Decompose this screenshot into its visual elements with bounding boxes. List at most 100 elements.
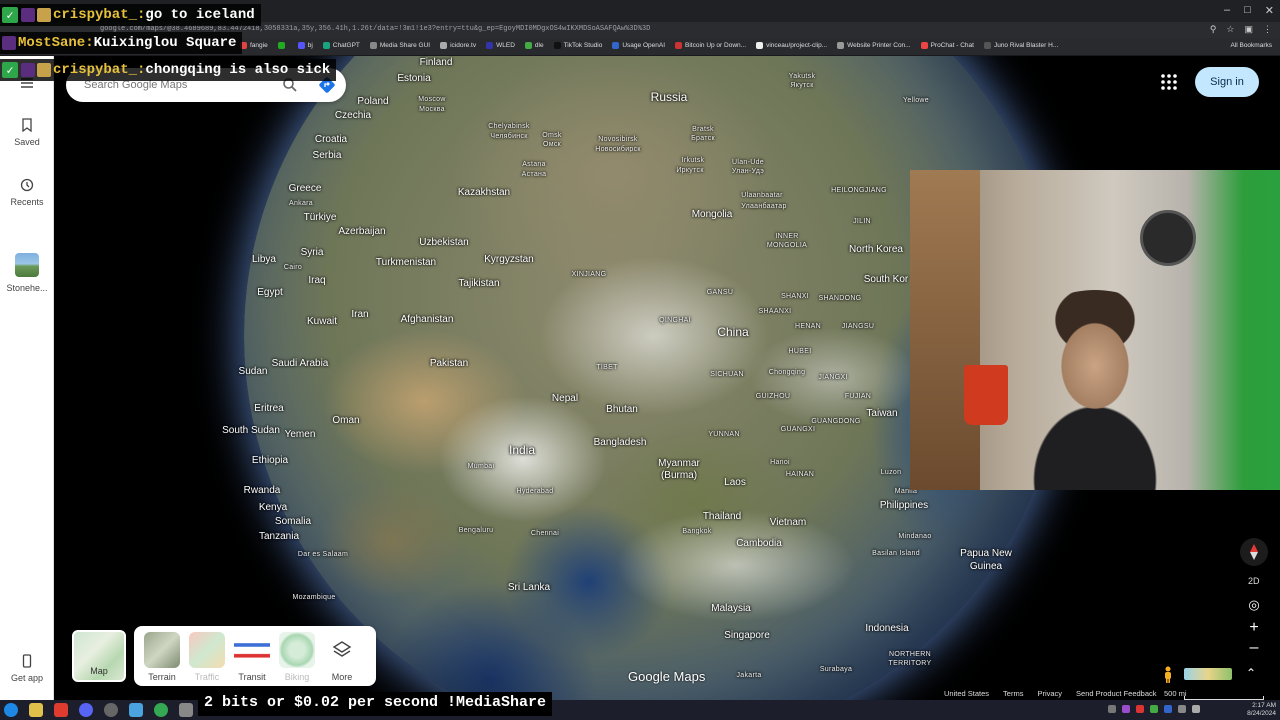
map-place-label[interactable]: NORTHERN	[889, 651, 931, 658]
map-place-label[interactable]: Chongqing	[769, 369, 806, 376]
tray-icon[interactable]	[1192, 705, 1200, 713]
map-place-label[interactable]: FUJIAN	[845, 393, 871, 400]
bookmark-item[interactable]: vinceau/project-clip...	[756, 42, 827, 49]
map-place-label[interactable]: Mindanao	[898, 533, 931, 540]
map-place-label[interactable]: Mozambique	[292, 594, 335, 601]
map-place-label[interactable]: TERRITORY	[889, 660, 932, 667]
app-icon-2[interactable]	[179, 703, 193, 717]
bookmark-item[interactable]: Usage OpenAI	[612, 42, 665, 49]
bookmark-item[interactable]: icidore.tv	[440, 42, 476, 49]
map-place-label[interactable]: Russia	[651, 90, 688, 104]
map-place-label[interactable]: Moscow	[418, 96, 445, 103]
bookmark-item[interactable]	[277, 42, 288, 49]
map-place-label[interactable]: Ethiopia	[252, 455, 288, 466]
map-place-label[interactable]: YUNNAN	[708, 431, 739, 438]
map-place-label[interactable]: Malaysia	[711, 603, 750, 614]
map-place-label[interactable]: Taiwan	[866, 408, 897, 419]
map-place-label[interactable]: XINJIANG	[572, 271, 607, 278]
map-place-label[interactable]: Iraq	[308, 275, 325, 286]
map-place-label[interactable]: GUIZHOU	[756, 393, 790, 400]
google-apps-icon[interactable]	[1160, 73, 1178, 91]
map-place-label[interactable]: China	[717, 325, 748, 339]
map-place-label[interactable]: Yellowe	[903, 97, 929, 104]
map-place-label[interactable]: Laos	[724, 477, 746, 488]
recents-button[interactable]: Recents	[0, 178, 54, 207]
map-place-label[interactable]: Myanmar	[658, 458, 700, 469]
file-explorer-icon[interactable]	[29, 703, 43, 717]
map-place-label[interactable]: HENAN	[795, 323, 821, 330]
map-place-label[interactable]: Yemen	[285, 429, 316, 440]
map-place-label[interactable]: Bangladesh	[594, 437, 647, 448]
pegman-icon[interactable]	[1162, 666, 1174, 684]
menu-dots-icon[interactable]: ⋮	[1263, 24, 1272, 35]
map-place-label[interactable]: Chelyabinsk	[488, 123, 529, 130]
map-place-label[interactable]: Papua New	[960, 548, 1012, 559]
map-place-label[interactable]: Sri Lanka	[508, 582, 550, 593]
map-place-label[interactable]: TIBET	[596, 364, 617, 371]
map-place-label[interactable]: Vietnam	[770, 517, 807, 528]
map-place-label[interactable]: Dar es Salaam	[298, 551, 348, 558]
map-place-label[interactable]: Челябинск	[490, 133, 527, 140]
map-place-label[interactable]: Guinea	[970, 561, 1002, 572]
imagery-thumbnails[interactable]	[1184, 668, 1232, 680]
map-place-label[interactable]: Cairo	[284, 264, 302, 271]
bookmark-item[interactable]: ChatGPT	[322, 42, 360, 49]
map-place-label[interactable]: Chennai	[531, 530, 559, 537]
start-icon[interactable]	[4, 703, 18, 717]
maximize-icon[interactable]: □	[1244, 4, 1251, 17]
map-place-label[interactable]: Jakarta	[736, 672, 761, 679]
map-place-label[interactable]: Bangkok	[682, 528, 711, 535]
map-place-label[interactable]: India	[509, 443, 535, 457]
map-place-label[interactable]: Luzon	[881, 469, 902, 476]
bookmark-item[interactable]: Website Printer Con...	[837, 42, 911, 49]
extensions-icon[interactable]: ▣	[1244, 24, 1253, 35]
map-place-label[interactable]: HEILONGJIANG	[831, 187, 887, 194]
zoom-icon[interactable]: ⚲	[1210, 24, 1217, 35]
view-mode-toggle[interactable]: 2D	[1248, 576, 1260, 586]
map-place-label[interactable]: Улаанбаатар	[741, 203, 786, 210]
map-place-label[interactable]: Ankara	[289, 200, 313, 207]
map-place-label[interactable]: Finland	[420, 57, 453, 68]
map-place-label[interactable]: JIANGXI	[818, 374, 847, 381]
map-place-label[interactable]: Czechia	[335, 110, 371, 121]
map-place-label[interactable]: Turkmenistan	[376, 257, 436, 268]
tray-icon[interactable]	[1122, 705, 1130, 713]
my-location-icon[interactable]: ◎	[1244, 595, 1264, 615]
map-place-label[interactable]: Oman	[332, 415, 359, 426]
zoom-out-button[interactable]: –	[1244, 638, 1264, 658]
map-place-label[interactable]: JIANGSU	[842, 323, 874, 330]
map-place-label[interactable]: South Kor	[864, 274, 908, 285]
layer-transit-button[interactable]: Transit	[232, 632, 272, 682]
map-place-label[interactable]: Azerbaijan	[338, 226, 385, 237]
map-place-label[interactable]: Kenya	[259, 502, 287, 513]
map-place-label[interactable]: Bratsk	[692, 126, 714, 133]
map-place-label[interactable]: Hanoi	[770, 459, 790, 466]
bookmark-item[interactable]: Bitcoin Up or Down...	[675, 42, 746, 49]
map-place-label[interactable]: HUBEI	[789, 348, 812, 355]
map-place-label[interactable]: Mongolia	[692, 209, 733, 220]
map-place-label[interactable]: Uzbekistan	[419, 237, 468, 248]
map-place-label[interactable]: GUANGXI	[781, 426, 815, 433]
map-place-label[interactable]: Irkutsk	[682, 157, 705, 164]
compass-button[interactable]	[1240, 538, 1268, 566]
map-place-label[interactable]: Syria	[301, 247, 324, 258]
map-place-label[interactable]: Якутск	[790, 82, 813, 89]
map-place-label[interactable]: Philippines	[880, 500, 928, 511]
tray-icon[interactable]	[1150, 705, 1158, 713]
map-place-label[interactable]: Улан-Удэ	[732, 168, 764, 175]
app-icon[interactable]	[129, 703, 143, 717]
expand-chevron-icon[interactable]: ⌃	[1246, 666, 1256, 680]
map-place-label[interactable]: Egypt	[257, 287, 283, 298]
map-place-label[interactable]: Saudi Arabia	[272, 358, 329, 369]
map-place-label[interactable]: Tanzania	[259, 531, 299, 542]
layer-biking-button[interactable]: Biking	[277, 632, 317, 682]
map-place-label[interactable]: Eritrea	[254, 403, 283, 414]
map-place-label[interactable]: Bhutan	[606, 404, 638, 415]
map-place-label[interactable]: Kyrgyzstan	[484, 254, 533, 265]
map-place-label[interactable]: Thailand	[703, 511, 741, 522]
map-type-toggle[interactable]: Map	[72, 630, 126, 682]
close-icon[interactable]: ✕	[1265, 4, 1274, 17]
map-place-label[interactable]: Mumbai	[468, 463, 495, 470]
map-place-label[interactable]: Москва	[419, 106, 445, 113]
map-place-label[interactable]: Indonesia	[865, 623, 908, 634]
